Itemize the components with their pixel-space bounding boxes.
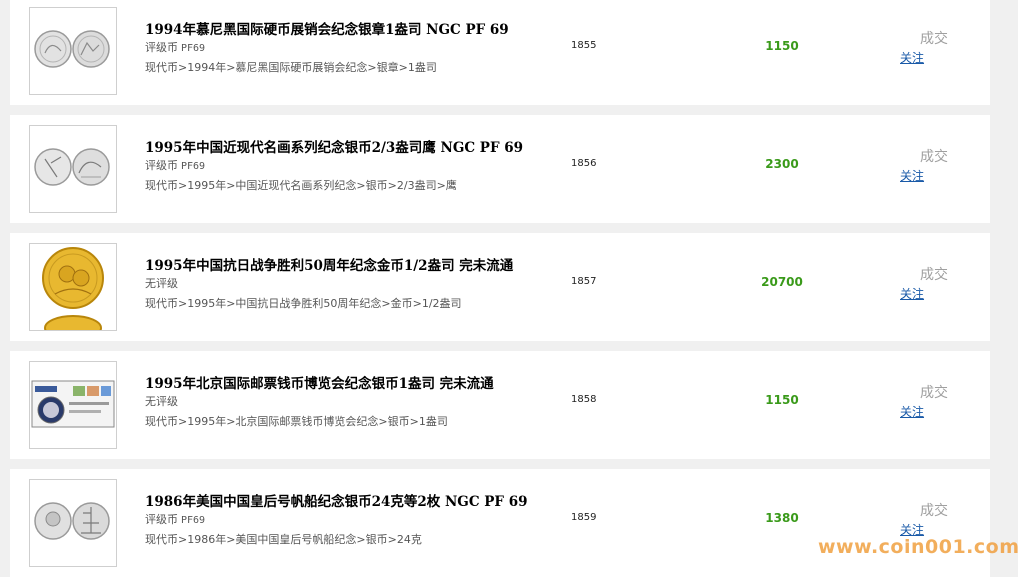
hammer-price: 1150 <box>765 39 799 53</box>
hammer-price: 1150 <box>765 393 799 407</box>
status-text: 成交 <box>920 385 948 401</box>
hammer-price: 1380 <box>765 511 799 525</box>
grade-info: 无评级 <box>145 275 178 291</box>
lot-number: 1856 <box>571 158 597 169</box>
follow-link[interactable]: 关注 <box>900 167 924 184</box>
lot-number: 1859 <box>571 512 597 523</box>
hammer-price: 20700 <box>761 275 803 289</box>
category-path: 现代币>1995年>中国近现代名画系列纪念>银币>2/3盎司>鹰 <box>145 179 457 192</box>
category-path: 现代币>1995年>北京国际邮票钱币博览会纪念>银币>1盎司 <box>145 415 448 428</box>
category-path: 现代币>1995年>中国抗日战争胜利50周年纪念>金币>1/2盎司 <box>145 297 462 310</box>
follow-link[interactable]: 关注 <box>900 285 924 302</box>
lot-thumbnail[interactable] <box>29 125 117 213</box>
grade-label: 评级币 <box>145 513 178 526</box>
listing-row: 1995年中国抗日战争胜利50周年纪念金币1/2盎司 完未流通 无评级 现代币>… <box>10 233 990 341</box>
status-text: 成交 <box>920 503 948 519</box>
status-text: 成交 <box>920 267 948 283</box>
grade-info: 无评级 <box>145 393 178 409</box>
hammer-price: 2300 <box>765 157 799 171</box>
lot-title[interactable]: 1995年中国抗日战争胜利50周年纪念金币1/2盎司 完未流通 <box>145 254 513 274</box>
listing-row: 1986年美国中国皇后号帆船纪念银币24克等2枚 NGC PF 69 评级币 PF… <box>10 469 990 577</box>
grade-code: PF69 <box>181 515 206 526</box>
listing-row: 1995年北京国际邮票钱币博览会纪念银币1盎司 完未流通 无评级 现代币>199… <box>10 351 990 459</box>
silver-coin-pair-icon <box>34 148 110 186</box>
lot-thumbnail[interactable] <box>29 243 117 331</box>
lot-thumbnail[interactable] <box>29 7 117 95</box>
grade-info: 评级币 PF69 <box>145 511 205 527</box>
category-path: 现代币>1986年>美国中国皇后号帆船纪念>银币>24克 <box>145 533 422 546</box>
lot-number: 1855 <box>571 40 597 51</box>
grade-info: 评级币 PF69 <box>145 39 205 55</box>
status-text: 成交 <box>920 31 948 47</box>
site-watermark: www.coin001.com <box>818 536 1018 558</box>
lot-thumbnail[interactable] <box>29 361 117 449</box>
grade-code: PF69 <box>181 161 206 172</box>
follow-link[interactable]: 关注 <box>900 49 924 66</box>
category-path: 现代币>1994年>慕尼黑国际硬币展销会纪念>银章>1盎司 <box>145 61 437 74</box>
grade-label: 无评级 <box>145 395 178 408</box>
status-text: 成交 <box>920 149 948 165</box>
grade-info: 评级币 PF69 <box>145 157 205 173</box>
lot-title[interactable]: 1995年中国近现代名画系列纪念银币2/3盎司鹰 NGC PF 69 <box>145 136 523 156</box>
scrollbar[interactable] <box>1000 0 1018 576</box>
lot-title[interactable]: 1995年北京国际邮票钱币博览会纪念银币1盎司 完未流通 <box>145 372 494 392</box>
listing-row: 1994年慕尼黑国际硬币展销会纪念银章1盎司 NGC PF 69 评级币 PF69… <box>10 0 990 105</box>
lot-thumbnail[interactable] <box>29 479 117 567</box>
silver-coin-pair-icon <box>34 30 110 68</box>
grade-label: 评级币 <box>145 159 178 172</box>
lot-number: 1858 <box>571 394 597 405</box>
grade-code: PF69 <box>181 43 206 54</box>
grade-label: 无评级 <box>145 277 178 290</box>
coin-cover-icon <box>31 380 115 428</box>
gold-coin-icon <box>42 247 104 330</box>
follow-link[interactable]: 关注 <box>900 403 924 420</box>
grade-label: 评级币 <box>145 41 178 54</box>
silver-coin-pair-icon <box>34 502 110 540</box>
lot-number: 1857 <box>571 276 597 287</box>
lot-title[interactable]: 1994年慕尼黑国际硬币展销会纪念银章1盎司 NGC PF 69 <box>145 18 509 38</box>
lot-title[interactable]: 1986年美国中国皇后号帆船纪念银币24克等2枚 NGC PF 69 <box>145 490 528 510</box>
listing-row: 1995年中国近现代名画系列纪念银币2/3盎司鹰 NGC PF 69 评级币 PF… <box>10 115 990 223</box>
auction-listing: 1994年慕尼黑国际硬币展销会纪念银章1盎司 NGC PF 69 评级币 PF69… <box>0 0 1000 577</box>
